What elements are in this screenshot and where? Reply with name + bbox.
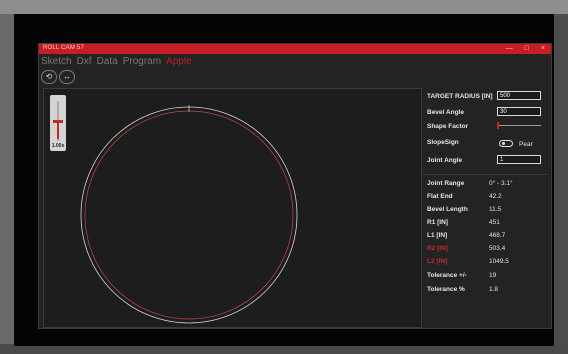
l2-value: 1049.5 [489,258,509,265]
zoom-slider-thumb[interactable] [53,120,63,123]
flat-end-value: 42.2 [489,193,502,200]
zoom-slider[interactable]: 1.00x [50,95,66,151]
parameters-panel: TARGET RADIUS [IN] 500 Bevel Angle 30 Sh… [423,88,547,326]
maximize-button[interactable]: □ [525,44,529,54]
background-left [0,14,14,354]
target-radius-label: TARGET RADIUS [IN] [427,93,493,100]
l1-value: 468.7 [489,232,506,239]
bevel-angle-label: Bevel Angle [427,109,464,116]
roll-profile-drawing [80,105,298,324]
menu-apple[interactable]: Apple [166,56,192,67]
bevel-length-value: 11.5 [489,206,502,213]
tolerance-plusminus-label: Tolerance +/- [427,272,467,279]
joint-range-label: Joint Range [427,180,465,187]
drawing-canvas[interactable]: 1.00x [43,88,422,328]
background-top [0,0,568,14]
slope-sign-label: SlopeSign [427,139,459,146]
close-button[interactable]: × [541,44,545,54]
menu-bar: Sketch Dxf Data Program Apple [41,56,192,67]
expand-icon[interactable]: ↔ [59,70,75,84]
outer-circle [80,106,298,324]
minimize-button[interactable]: — [506,44,513,54]
app-window: ROLL CAM 57 — □ × Sketch Dxf Data Progra… [38,43,552,329]
joint-range-value: 0° - 3.1° [489,180,513,187]
slope-sign-toggle[interactable] [499,140,513,147]
menu-data[interactable]: Data [97,56,118,67]
r1-label: R1 [IN] [427,219,448,226]
joint-angle-input[interactable]: 1 [497,155,541,164]
menu-sketch[interactable]: Sketch [41,56,72,67]
l1-label: L1 [IN] [427,232,448,239]
inner-circle [84,110,294,320]
menu-program[interactable]: Program [123,56,161,67]
panel-divider [423,174,547,175]
refresh-icon[interactable]: ⟲ [41,70,57,84]
l2-label: L2 [IN] [427,258,448,265]
background-right [554,14,568,354]
tolerance-percent-value: 1.8 [489,286,499,293]
tolerance-plusminus-value: 19 [489,272,497,279]
window-title: ROLL CAM 57 [43,45,84,51]
joint-angle-label: Joint Angle [427,157,463,164]
shape-factor-label: Shape Factor [427,123,469,130]
slope-sign-toggle-label: Pear [519,141,533,148]
shape-factor-track [499,125,541,126]
title-bar: ROLL CAM 57 — □ × [39,44,551,54]
r1-value: 451 [489,219,500,226]
zoom-level-label: 1.00x [51,143,65,149]
menu-dxf[interactable]: Dxf [77,56,92,67]
tolerance-percent-label: Tolerance % [427,286,465,293]
r2-value: 503.4 [489,245,506,252]
flat-end-label: Flat End [427,193,453,200]
toggle-knob [502,142,505,145]
bevel-length-label: Bevel Length [427,206,468,213]
shape-factor-slider[interactable] [497,122,499,129]
r2-label: R2 [IN] [427,245,448,252]
target-radius-input[interactable]: 500 [497,91,541,100]
zoom-slider-fill [57,123,59,139]
bevel-angle-input[interactable]: 30 [497,107,541,116]
